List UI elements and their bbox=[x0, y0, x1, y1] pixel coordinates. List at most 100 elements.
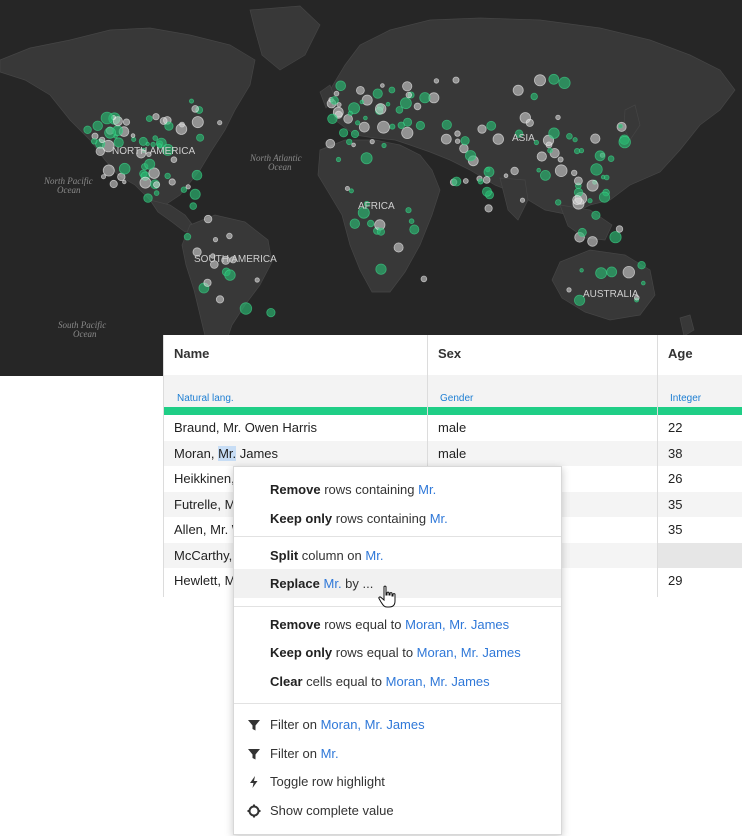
menu-filter-on-value[interactable]: Filter on Moran, Mr. James bbox=[234, 710, 561, 739]
map-point bbox=[618, 135, 631, 149]
menu-show-complete-value[interactable]: Show complete value bbox=[234, 796, 561, 825]
text-selection: Mr. bbox=[218, 445, 237, 461]
map-point bbox=[558, 76, 571, 90]
column-header-name[interactable]: Name bbox=[164, 335, 427, 375]
map-point bbox=[358, 121, 370, 133]
menu-text: Filter on bbox=[270, 717, 321, 732]
label-south-america: SOUTH AMERICA bbox=[194, 254, 277, 265]
map-point bbox=[122, 179, 127, 185]
map-point bbox=[637, 261, 646, 270]
menu-keep-rows-containing[interactable]: Keep only rows containing Mr. bbox=[234, 504, 561, 533]
map-point bbox=[603, 174, 610, 181]
map-point bbox=[503, 173, 509, 179]
map-point bbox=[579, 268, 584, 273]
menu-remove-rows-equal[interactable]: Remove rows equal to Moran, Mr. James bbox=[234, 610, 561, 639]
column-quality-bar[interactable] bbox=[164, 407, 427, 415]
table-cell[interactable]: 35 bbox=[658, 517, 742, 543]
map-point bbox=[403, 117, 413, 127]
map-point bbox=[335, 80, 347, 92]
table-cell[interactable]: male bbox=[428, 415, 657, 441]
map-point bbox=[454, 138, 461, 144]
menu-action-label: Remove bbox=[270, 617, 321, 632]
table-cell[interactable]: 22 bbox=[658, 415, 742, 441]
map-point bbox=[90, 138, 98, 145]
menu-action-label: Remove bbox=[270, 482, 321, 497]
map-point bbox=[346, 138, 353, 146]
map-point bbox=[376, 227, 385, 236]
gear-icon bbox=[247, 804, 261, 818]
table-cell[interactable]: Braund, Mr. Owen Harris bbox=[164, 415, 427, 441]
map-point bbox=[153, 190, 160, 196]
map-point bbox=[393, 242, 404, 253]
label-africa: AFRICA bbox=[358, 201, 395, 212]
table-cell-empty[interactable] bbox=[658, 542, 742, 568]
map-point bbox=[168, 178, 176, 186]
map-point bbox=[594, 150, 606, 162]
map-point bbox=[573, 148, 581, 155]
map-point bbox=[441, 119, 452, 130]
column-type-sex[interactable]: Gender bbox=[440, 393, 473, 404]
map-point bbox=[536, 167, 541, 173]
map-point bbox=[224, 269, 236, 281]
menu-remove-rows-containing[interactable]: Remove rows containing Mr. bbox=[234, 475, 561, 504]
menu-divider bbox=[234, 536, 561, 537]
map-point bbox=[109, 179, 118, 189]
table-cell-selected-row[interactable]: Moran, Mr. James bbox=[164, 440, 427, 466]
column-type-age[interactable]: Integer bbox=[670, 393, 701, 404]
map-point bbox=[454, 130, 461, 137]
column-header-age[interactable]: Age bbox=[658, 335, 742, 375]
menu-split-column[interactable]: Split column on Mr. bbox=[234, 541, 561, 570]
menu-value: Mr. bbox=[365, 548, 384, 563]
map-point bbox=[102, 164, 115, 177]
menu-clear-cells-equal[interactable]: Clear cells equal to Moran, Mr. James bbox=[234, 667, 561, 696]
table-cell[interactable]: 29 bbox=[658, 568, 742, 594]
column-quality-bar[interactable] bbox=[658, 407, 742, 415]
map-point bbox=[215, 295, 225, 304]
map-point bbox=[347, 110, 353, 117]
map-point bbox=[399, 97, 412, 110]
column-type-name[interactable]: Natural lang. bbox=[177, 393, 234, 404]
column-quality-bar[interactable] bbox=[428, 407, 657, 415]
map-point bbox=[189, 188, 201, 200]
table-cell[interactable]: 35 bbox=[658, 491, 742, 517]
label-north-america: NORTH AMERICA bbox=[112, 146, 195, 157]
map-point bbox=[481, 186, 492, 197]
map-point bbox=[618, 123, 623, 129]
column-type-row: Gender bbox=[428, 375, 657, 407]
menu-value: Moran, Mr. James bbox=[385, 674, 490, 689]
map-point bbox=[533, 139, 540, 146]
cell-text-pre: Moran, bbox=[174, 445, 219, 461]
map-point bbox=[344, 185, 350, 191]
table-cell[interactable]: 38 bbox=[658, 440, 742, 466]
map-point bbox=[189, 202, 198, 210]
map-point bbox=[355, 86, 365, 95]
menu-filter-on-selection[interactable]: Filter on Mr. bbox=[234, 739, 561, 768]
map-point bbox=[408, 218, 415, 225]
menu-value: Moran, Mr. James bbox=[405, 617, 510, 632]
menu-text: rows equal to bbox=[320, 617, 406, 632]
map-point bbox=[254, 277, 260, 283]
map-point bbox=[159, 117, 168, 125]
map-point bbox=[433, 78, 440, 84]
menu-text: rows containing bbox=[320, 482, 419, 497]
menu-value: Moran, Mr. James bbox=[416, 645, 521, 660]
map-point bbox=[380, 83, 385, 88]
map-point bbox=[388, 86, 396, 94]
context-menu: Remove rows containing Mr. Keep only row… bbox=[233, 466, 562, 835]
menu-toggle-row-highlight[interactable]: Toggle row highlight bbox=[234, 767, 561, 796]
table-cell[interactable]: 26 bbox=[658, 466, 742, 492]
map-point bbox=[381, 142, 387, 149]
column-header-sex[interactable]: Sex bbox=[428, 335, 657, 375]
map-point bbox=[138, 136, 148, 146]
table-cell[interactable]: male bbox=[428, 440, 657, 466]
map-point bbox=[164, 172, 171, 180]
menu-action-label: Replace bbox=[270, 576, 320, 591]
column-type-row: Natural lang. bbox=[164, 375, 427, 407]
map-point bbox=[361, 94, 373, 106]
map-point bbox=[360, 152, 373, 165]
map-point bbox=[609, 231, 622, 244]
menu-keep-rows-equal[interactable]: Keep only rows equal to Moran, Mr. James bbox=[234, 638, 561, 667]
map-point bbox=[327, 113, 338, 125]
map-point bbox=[440, 133, 452, 145]
map-point bbox=[359, 99, 364, 105]
